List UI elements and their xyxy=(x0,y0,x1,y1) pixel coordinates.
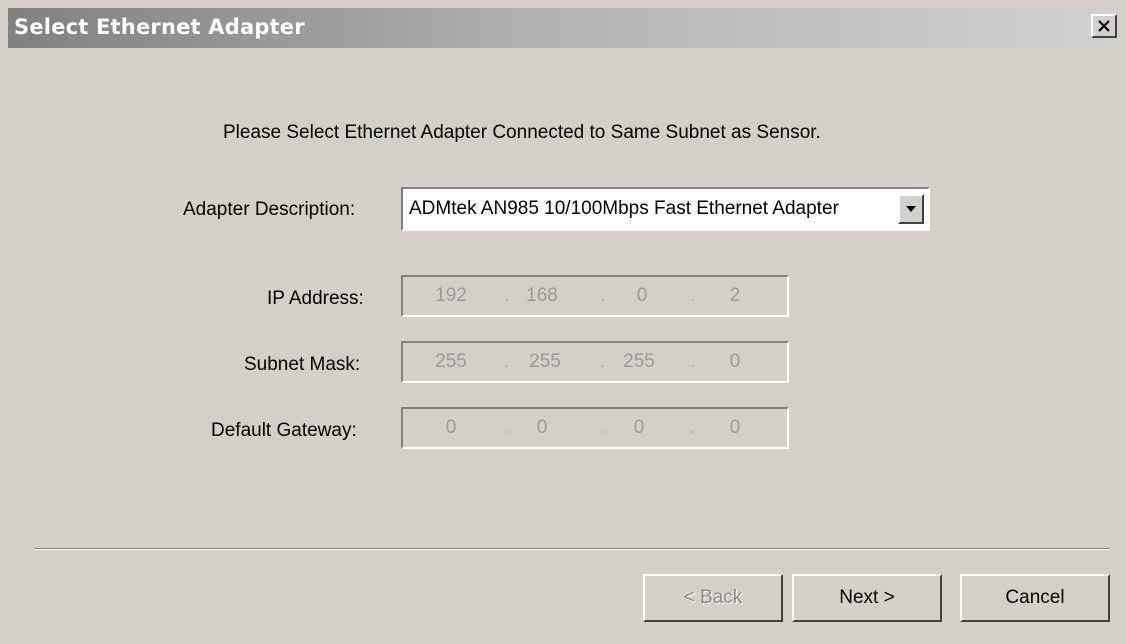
default-gateway-label: Default Gateway: xyxy=(211,420,357,441)
close-icon xyxy=(1098,20,1110,32)
title-bar: Select Ethernet Adapter xyxy=(8,8,1118,48)
adapter-selected-value: ADMtek AN985 10/100Mbps Fast Ethernet Ad… xyxy=(409,198,839,219)
adapter-description-label: Adapter Description: xyxy=(183,199,356,220)
gateway-octet-2: 0 xyxy=(536,417,548,438)
ip-octet-1: 192 xyxy=(435,285,467,306)
ip-octet-4: 2 xyxy=(729,285,741,306)
subnet-dot-1: . xyxy=(504,351,510,372)
gateway-octet-1: 0 xyxy=(445,417,457,438)
chevron-down-icon xyxy=(906,206,916,212)
subnet-octet-3: 255 xyxy=(623,351,655,372)
subnet-octet-1: 255 xyxy=(435,351,467,372)
default-gateway-field: 0 . 0 . 0 . 0 xyxy=(401,407,789,449)
close-button[interactable] xyxy=(1091,14,1117,38)
subnet-octet-2: 255 xyxy=(529,351,561,372)
ip-octet-3: 0 xyxy=(636,285,648,306)
ip-address-label: IP Address: xyxy=(267,288,364,309)
ip-dot-1: . xyxy=(504,285,510,306)
gateway-dot-3: . xyxy=(690,417,696,438)
gateway-dot-1: . xyxy=(504,417,510,438)
subnet-mask-field: 255 . 255 . 255 . 0 xyxy=(401,341,789,383)
ip-address-field: 192 . 168 . 0 . 2 xyxy=(401,275,789,317)
subnet-dot-3: . xyxy=(690,351,696,372)
subnet-dot-2: . xyxy=(600,351,606,372)
adapter-description-select[interactable]: ADMtek AN985 10/100Mbps Fast Ethernet Ad… xyxy=(401,187,930,231)
back-button[interactable]: < Back xyxy=(643,574,783,622)
gateway-octet-3: 0 xyxy=(633,417,645,438)
next-button[interactable]: Next > xyxy=(792,574,942,622)
subnet-octet-4: 0 xyxy=(729,351,741,372)
separator-line xyxy=(34,548,1110,550)
dialog-window: Select Ethernet Adapter Please Select Et… xyxy=(0,0,1126,644)
instruction-text: Please Select Ethernet Adapter Connected… xyxy=(223,122,821,143)
gateway-octet-4: 0 xyxy=(729,417,741,438)
ip-dot-2: . xyxy=(600,285,606,306)
ip-octet-2: 168 xyxy=(526,285,558,306)
ip-dot-3: . xyxy=(690,285,696,306)
subnet-mask-label: Subnet Mask: xyxy=(244,354,361,375)
cancel-button[interactable]: Cancel xyxy=(960,574,1110,622)
dropdown-button[interactable] xyxy=(898,194,924,224)
gateway-dot-2: . xyxy=(600,417,606,438)
window-title: Select Ethernet Adapter xyxy=(14,15,305,39)
